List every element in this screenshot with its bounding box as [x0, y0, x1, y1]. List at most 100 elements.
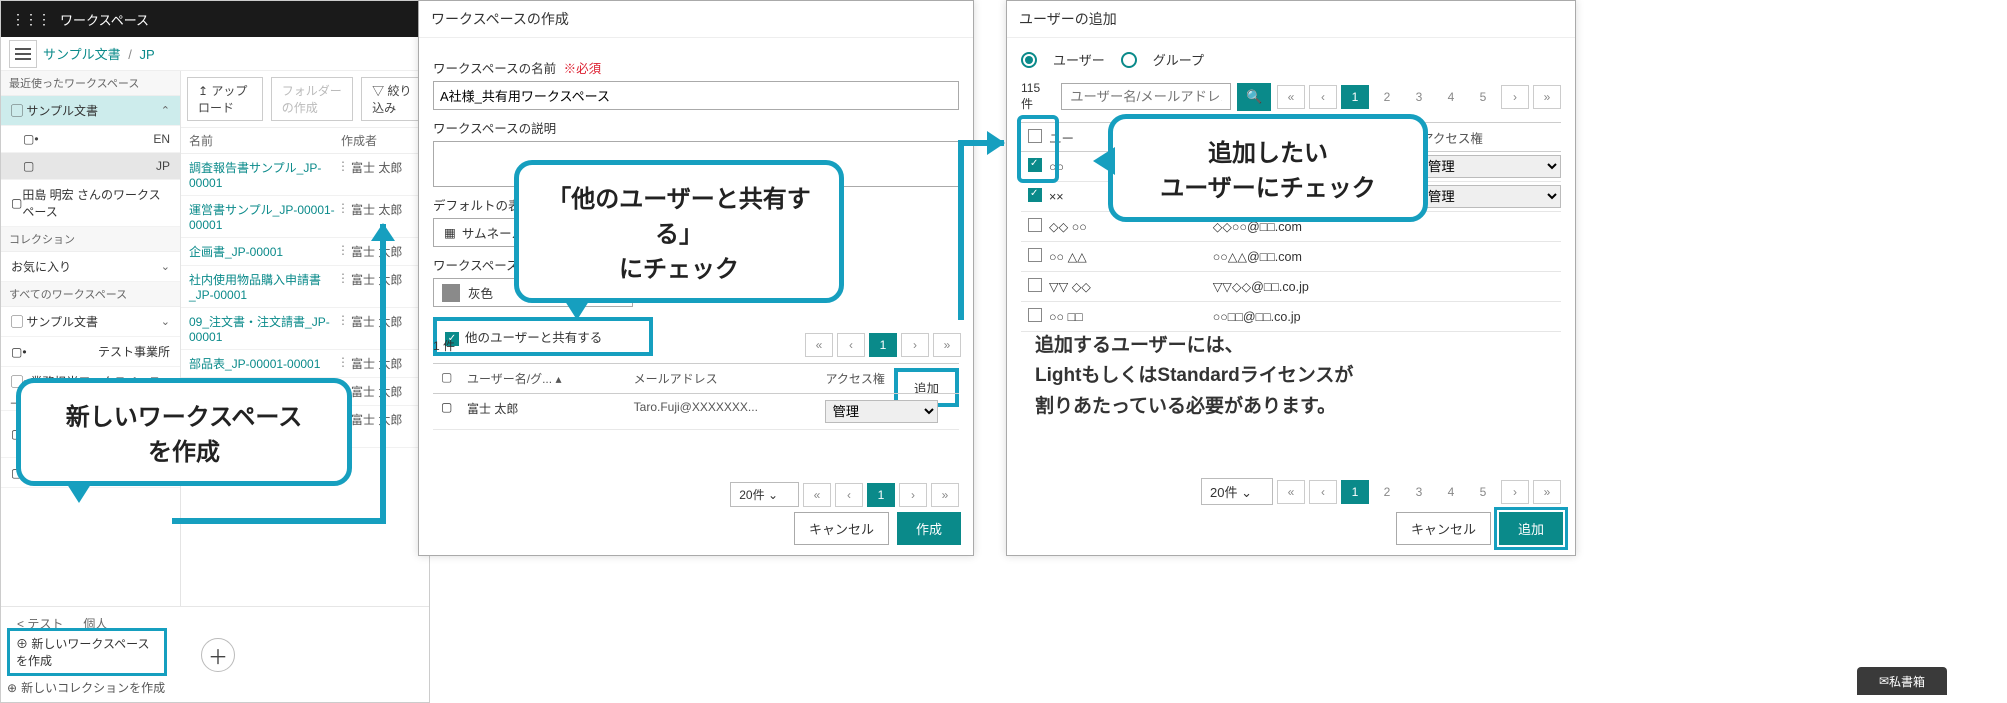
new-folder-button[interactable]: フォルダーの作成 [271, 77, 353, 121]
app-header: ⋮⋮⋮ ワークスペース [1, 1, 429, 37]
page-1-button[interactable]: 1 [1341, 480, 1369, 504]
pager-bottom: 20件 ⌄ « ‹ 1 2 3 4 5 › » [1021, 478, 1561, 505]
page-next-button[interactable]: › [1501, 85, 1529, 109]
pagesize-select[interactable]: 20件 ⌄ [1201, 478, 1273, 505]
search-input[interactable] [1061, 83, 1231, 110]
name-label: ワークスペースの名前 ※必須 [433, 58, 959, 77]
add-button[interactable]: 追加 [1499, 512, 1563, 545]
page-last-button[interactable]: » [931, 483, 959, 507]
cancel-button[interactable]: キャンセル [794, 512, 889, 545]
access-select[interactable]: 管理 [1421, 185, 1561, 208]
upload-button[interactable]: ↥ アップロード [187, 77, 263, 121]
sidebar-item-test[interactable]: ▢• テスト事業所 [1, 337, 180, 367]
sidebar-item-favorites[interactable]: お気に入り⌄ [1, 252, 180, 282]
checkbox-highlight [1017, 115, 1059, 183]
list-toolbar: ↥ アップロード フォルダーの作成 ▽ 絞り込み [181, 71, 429, 128]
private-box-tab[interactable]: ✉ 私書箱 [1857, 667, 1947, 695]
page-2-button[interactable]: 2 [1373, 85, 1401, 109]
chevron-up-icon[interactable]: ⌃ [161, 104, 170, 117]
create-collection-button[interactable]: ⊕ 新しいコレクションを作成 [7, 679, 165, 696]
page-last-button[interactable]: » [933, 333, 961, 357]
col-creator[interactable]: 作成者 [341, 132, 421, 149]
doc-list-panel: ↥ アップロード フォルダーの作成 ▽ 絞り込み 名前 作成者 調査報告書サンプ… [181, 71, 429, 662]
chevron-down-icon[interactable]: ⌄ [161, 260, 170, 273]
breadcrumb[interactable]: サンプル文書 / JP [43, 44, 155, 63]
row-checkbox[interactable] [1028, 188, 1042, 202]
bottom-dock: < テスト 個人 ＋ ⊕ 新しいワークスペースを作成 ⊕ 新しいコレクションを作… [1, 606, 429, 702]
page-5-button[interactable]: 5 [1469, 85, 1497, 109]
list-item[interactable]: 09_注文書・注文請書_JP-00001⋮富士 太郎 [181, 308, 429, 350]
sidebar-item-jp[interactable]: ▢ JP [1, 153, 180, 180]
page-first-button[interactable]: « [1277, 480, 1305, 504]
sidebar-item-sample-docs[interactable]: ▢ サンプル文書⌃ [1, 96, 180, 126]
head-access[interactable]: アクセス権 [817, 364, 959, 393]
page-3-button[interactable]: 3 [1405, 480, 1433, 504]
page-4-button[interactable]: 4 [1437, 480, 1465, 504]
page-prev-button[interactable]: ‹ [1309, 85, 1337, 109]
pagesize-select[interactable]: 20件 ⌄ [730, 482, 799, 507]
access-select[interactable]: 管理 [825, 400, 938, 423]
page-prev-button[interactable]: ‹ [837, 333, 865, 357]
share-checkbox-row[interactable]: ✓他のユーザーと共有する [433, 317, 653, 356]
head-name[interactable]: ユーザー名/グ... ▴ [459, 364, 626, 393]
sidebar-item-en[interactable]: ▢• EN [1, 126, 180, 153]
page-prev-button[interactable]: ‹ [835, 483, 863, 507]
page-next-button[interactable]: › [901, 333, 929, 357]
radio-group[interactable] [1121, 52, 1137, 68]
row-checkbox[interactable] [1028, 308, 1042, 322]
list-item[interactable]: 部品表_JP-00001-00001⋮富士 太郎 [181, 350, 429, 378]
row-checkbox[interactable] [1028, 248, 1042, 262]
create-workspace-button[interactable]: ⊕ 新しいワークスペースを作成 [7, 628, 167, 676]
row-checkbox[interactable] [1028, 218, 1042, 232]
apps-icon[interactable]: ⋮⋮⋮ [11, 11, 50, 28]
table-row[interactable]: ○○ △△○○△△@□□.com [1021, 242, 1561, 272]
table-row[interactable]: ▢ 富士 太郎 Taro.Fuji@XXXXXXX... 管理 [433, 394, 959, 430]
col-name[interactable]: 名前 [189, 132, 341, 149]
page-1-button[interactable]: 1 [867, 483, 895, 507]
pager-bottom: 20件 ⌄ « ‹ 1 › » [433, 482, 959, 507]
page-5-button[interactable]: 5 [1469, 480, 1497, 504]
page-next-button[interactable]: › [1501, 480, 1529, 504]
list-item[interactable]: 企画書_JP-00001⋮富士 太郎 [181, 238, 429, 266]
access-select[interactable]: 管理 [1421, 155, 1561, 178]
table-row[interactable]: ▽▽ ◇◇▽▽◇◇@□□.co.jp [1021, 272, 1561, 302]
row-checkbox[interactable] [1028, 278, 1042, 292]
page-prev-button[interactable]: ‹ [1309, 480, 1337, 504]
breadcrumb-bar: サンプル文書 / JP [1, 37, 429, 71]
flow-arrow [172, 518, 386, 524]
head-access[interactable]: アクセス権 [1421, 128, 1561, 147]
add-button[interactable]: ＋ [201, 638, 235, 672]
list-item[interactable]: 調査報告書サンプル_JP-00001⋮富士 太郎 [181, 154, 429, 196]
result-count: 1 件 [433, 337, 455, 354]
create-button[interactable]: 作成 [897, 512, 961, 545]
page-4-button[interactable]: 4 [1437, 85, 1465, 109]
add-user-dialog: ユーザーの追加 ユーザー グループ 115 件 🔍 « ‹ 1 2 3 4 5 … [1006, 0, 1576, 556]
breadcrumb-leaf[interactable]: JP [140, 47, 155, 62]
desc-label: ワークスペースの説明 [433, 118, 959, 137]
table-row[interactable]: ○○ □□○○□□@□□.co.jp [1021, 302, 1561, 332]
workspace-name-input[interactable] [433, 81, 959, 110]
head-check[interactable]: ▢ [433, 364, 459, 393]
sidebar-item-sample2[interactable]: ▢ サンプル文書⌄ [1, 307, 180, 337]
page-last-button[interactable]: » [1533, 480, 1561, 504]
head-mail[interactable]: メールアドレス [626, 364, 818, 393]
type-radio-group: ユーザー グループ [1007, 38, 1575, 81]
breadcrumb-root[interactable]: サンプル文書 [43, 47, 121, 62]
radio-user[interactable] [1021, 52, 1037, 68]
page-first-button[interactable]: « [1277, 85, 1305, 109]
callout-share-check: 「他のユーザーと共有する」にチェック [514, 160, 844, 303]
hamburger-icon[interactable] [9, 40, 37, 68]
page-1-button[interactable]: 1 [869, 333, 897, 357]
list-item[interactable]: 社内使用物品購入申請書_JP-00001⋮富士 太郎 [181, 266, 429, 308]
page-1-button[interactable]: 1 [1341, 85, 1369, 109]
page-3-button[interactable]: 3 [1405, 85, 1433, 109]
sidebar-item-tajima[interactable]: ▢ 田島 明宏 さんのワークスペース [1, 180, 180, 227]
page-first-button[interactable]: « [805, 333, 833, 357]
search-button[interactable]: 🔍 [1237, 83, 1271, 111]
filter-button[interactable]: ▽ 絞り込み [361, 77, 423, 121]
page-2-button[interactable]: 2 [1373, 480, 1401, 504]
cancel-button[interactable]: キャンセル [1396, 512, 1491, 545]
page-last-button[interactable]: » [1533, 85, 1561, 109]
page-first-button[interactable]: « [803, 483, 831, 507]
page-next-button[interactable]: › [899, 483, 927, 507]
